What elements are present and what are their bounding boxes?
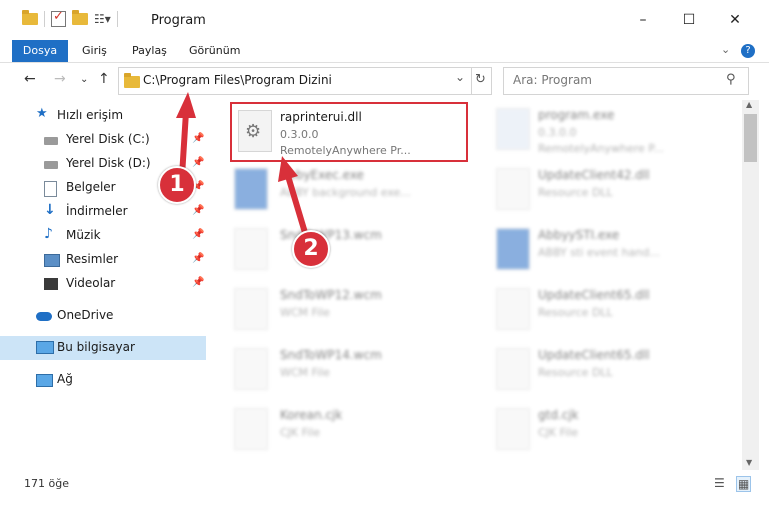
- arrow-2-shaft: [285, 175, 309, 237]
- arrow-1-head: [176, 92, 196, 118]
- step-2-badge: 2: [292, 230, 330, 268]
- annotation-overlay: [176, 92, 309, 237]
- arrow-2-head: [278, 156, 298, 182]
- step-1-badge: 1: [158, 166, 196, 204]
